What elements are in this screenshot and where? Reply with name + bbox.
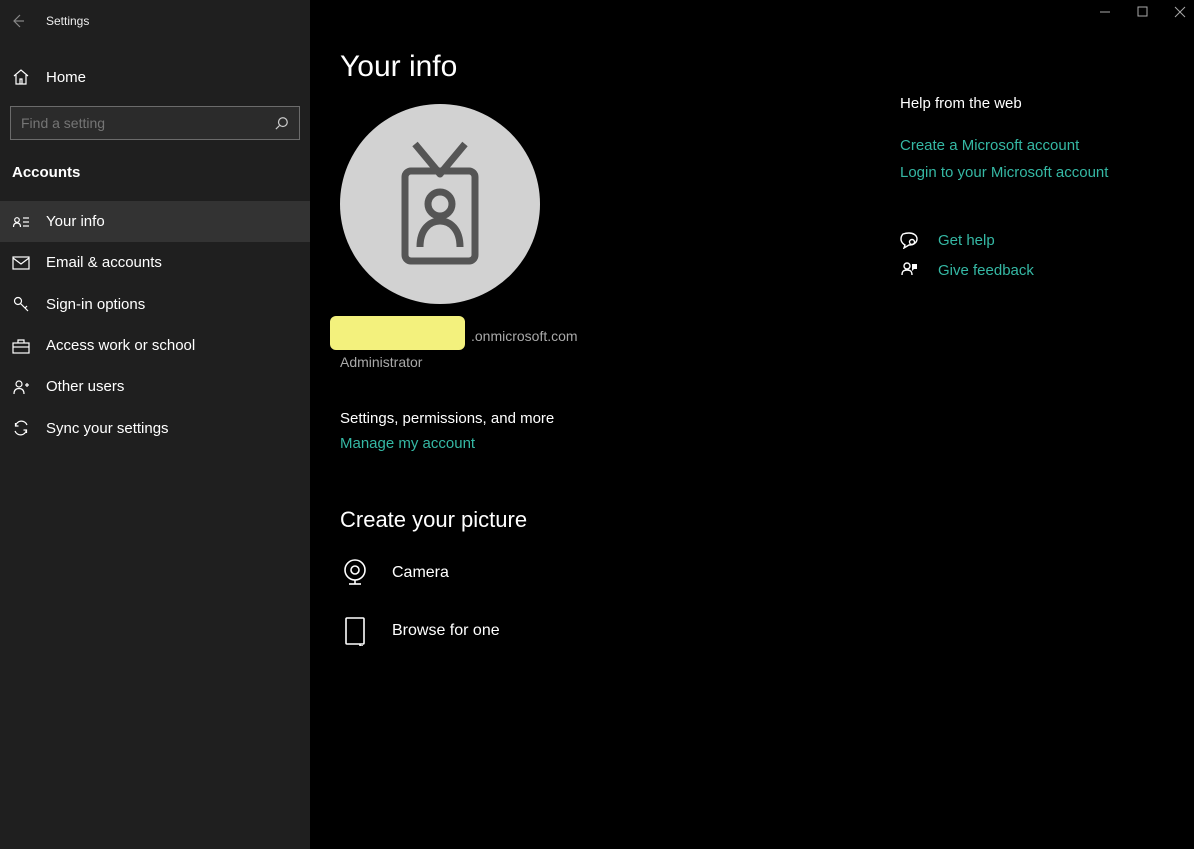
- sidebar-item-work-school[interactable]: Access work or school: [0, 325, 310, 366]
- camera-option[interactable]: Camera: [340, 558, 900, 588]
- profile-avatar: [340, 104, 540, 304]
- back-icon[interactable]: [10, 13, 26, 29]
- create-picture-heading: Create your picture: [340, 507, 900, 533]
- sidebar-item-email[interactable]: Email & accounts: [0, 242, 310, 283]
- home-icon: [12, 68, 30, 86]
- help-link-create-account[interactable]: Create a Microsoft account: [900, 137, 1108, 154]
- page-title: Your info: [340, 50, 900, 84]
- sidebar-item-label: Email & accounts: [46, 254, 162, 271]
- browse-option[interactable]: Browse for one: [340, 616, 900, 646]
- feedback-link[interactable]: Give feedback: [938, 262, 1034, 279]
- help-title: Help from the web: [900, 95, 1108, 112]
- help-icon: [900, 231, 920, 249]
- briefcase-icon: [12, 338, 30, 354]
- sidebar-item-label: Your info: [46, 213, 105, 230]
- help-link-login-account[interactable]: Login to your Microsoft account: [900, 164, 1108, 181]
- id-card-icon: [12, 214, 30, 230]
- sidebar: Settings Home Accounts: [0, 0, 310, 849]
- browse-icon: [340, 616, 370, 646]
- sidebar-item-your-info[interactable]: Your info: [0, 201, 310, 242]
- sidebar-item-sync[interactable]: Sync your settings: [0, 407, 310, 449]
- app-title: Settings: [46, 14, 89, 28]
- sidebar-item-signin[interactable]: Sign-in options: [0, 283, 310, 325]
- camera-icon: [340, 558, 370, 588]
- minimize-button[interactable]: [1099, 6, 1111, 18]
- redacted-name: [330, 316, 465, 350]
- search-box[interactable]: [10, 106, 300, 140]
- user-plus-icon: [12, 379, 30, 395]
- settings-more-label: Settings, permissions, and more: [340, 410, 900, 427]
- search-icon: [275, 116, 289, 130]
- account-email: .onmicrosoft.com: [471, 328, 578, 344]
- close-button[interactable]: [1174, 6, 1186, 18]
- get-help-link[interactable]: Get help: [938, 232, 995, 249]
- manage-account-link[interactable]: Manage my account: [340, 435, 900, 452]
- mail-icon: [12, 256, 30, 270]
- sidebar-item-label: Access work or school: [46, 337, 195, 354]
- browse-label: Browse for one: [392, 622, 500, 640]
- sync-icon: [12, 419, 30, 437]
- main-content: Your info .onmicrosoft.com Administrator…: [310, 0, 1194, 849]
- sidebar-section-title: Accounts: [0, 158, 310, 201]
- camera-label: Camera: [392, 564, 449, 582]
- sidebar-item-label: Sync your settings: [46, 420, 169, 437]
- feedback-icon: [900, 261, 920, 279]
- search-input[interactable]: [21, 115, 275, 131]
- get-help-row[interactable]: Get help: [900, 231, 1108, 249]
- sidebar-item-other-users[interactable]: Other users: [0, 366, 310, 407]
- feedback-row[interactable]: Give feedback: [900, 261, 1108, 279]
- sidebar-item-label: Other users: [46, 378, 124, 395]
- account-role: Administrator: [340, 354, 900, 370]
- sidebar-home[interactable]: Home: [0, 56, 310, 98]
- home-label: Home: [46, 69, 86, 86]
- sidebar-item-label: Sign-in options: [46, 296, 145, 313]
- key-icon: [12, 295, 30, 313]
- maximize-button[interactable]: [1137, 6, 1148, 18]
